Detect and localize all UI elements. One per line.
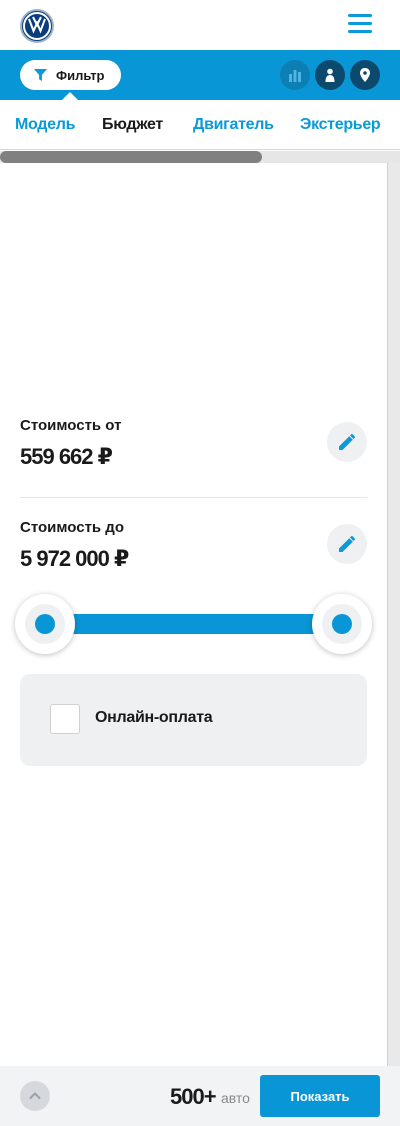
filter-pointer <box>62 92 78 100</box>
price-from-label: Стоимость от <box>20 417 122 434</box>
scroll-up-button[interactable] <box>20 1081 50 1111</box>
online-payment-label: Онлайн-оплата <box>95 709 213 726</box>
price-from-value: 559 662 ₽ <box>20 444 113 469</box>
pencil-icon <box>339 434 355 450</box>
results-count: 500+ <box>170 1084 217 1109</box>
pencil-icon <box>339 536 355 552</box>
tab-budget[interactable]: Бюджет <box>102 116 163 134</box>
show-results-button[interactable]: Показать <box>260 1075 380 1117</box>
field-divider <box>20 497 367 498</box>
tabs-scrollbar-thumb[interactable] <box>0 151 262 163</box>
top-header <box>0 0 400 50</box>
results-count-unit: авто <box>221 1090 250 1106</box>
map-pin-icon <box>360 68 370 82</box>
chevron-up-icon <box>29 1092 41 1100</box>
online-payment-checkbox[interactable] <box>50 704 80 734</box>
funnel-icon <box>34 68 47 81</box>
bar-chart-icon <box>289 70 301 82</box>
results-bar: 500+ авто Показать <box>0 1066 400 1126</box>
price-to-label: Стоимость до <box>20 519 124 536</box>
vw-logo-icon[interactable] <box>20 9 54 43</box>
account-button[interactable] <box>315 60 345 90</box>
filter-bar: Фильтр <box>0 50 400 100</box>
dealer-location-button[interactable] <box>350 60 380 90</box>
tab-exterior[interactable]: Экстерьер <box>300 116 381 134</box>
hamburger-menu-icon[interactable] <box>348 14 372 36</box>
filter-button-label: Фильтр <box>56 67 105 83</box>
edit-price-to-button[interactable] <box>327 524 367 564</box>
compare-button[interactable] <box>280 60 310 90</box>
tab-engine[interactable]: Двигатель <box>193 116 274 134</box>
tab-model[interactable]: Модель <box>15 116 75 134</box>
edit-price-from-button[interactable] <box>327 422 367 462</box>
filter-button[interactable]: Фильтр <box>20 60 121 90</box>
filter-tabs: Модель Бюджет Двигатель Экстерьер <box>0 100 400 150</box>
panel-scrollbar[interactable] <box>388 163 400 1066</box>
price-to-value: 5 972 000 ₽ <box>20 546 129 571</box>
person-icon <box>325 68 335 82</box>
price-range-track[interactable] <box>44 614 342 634</box>
online-payment-option[interactable]: Онлайн-оплата <box>20 674 367 766</box>
price-max-handle[interactable] <box>312 594 372 654</box>
price-min-handle[interactable] <box>15 594 75 654</box>
